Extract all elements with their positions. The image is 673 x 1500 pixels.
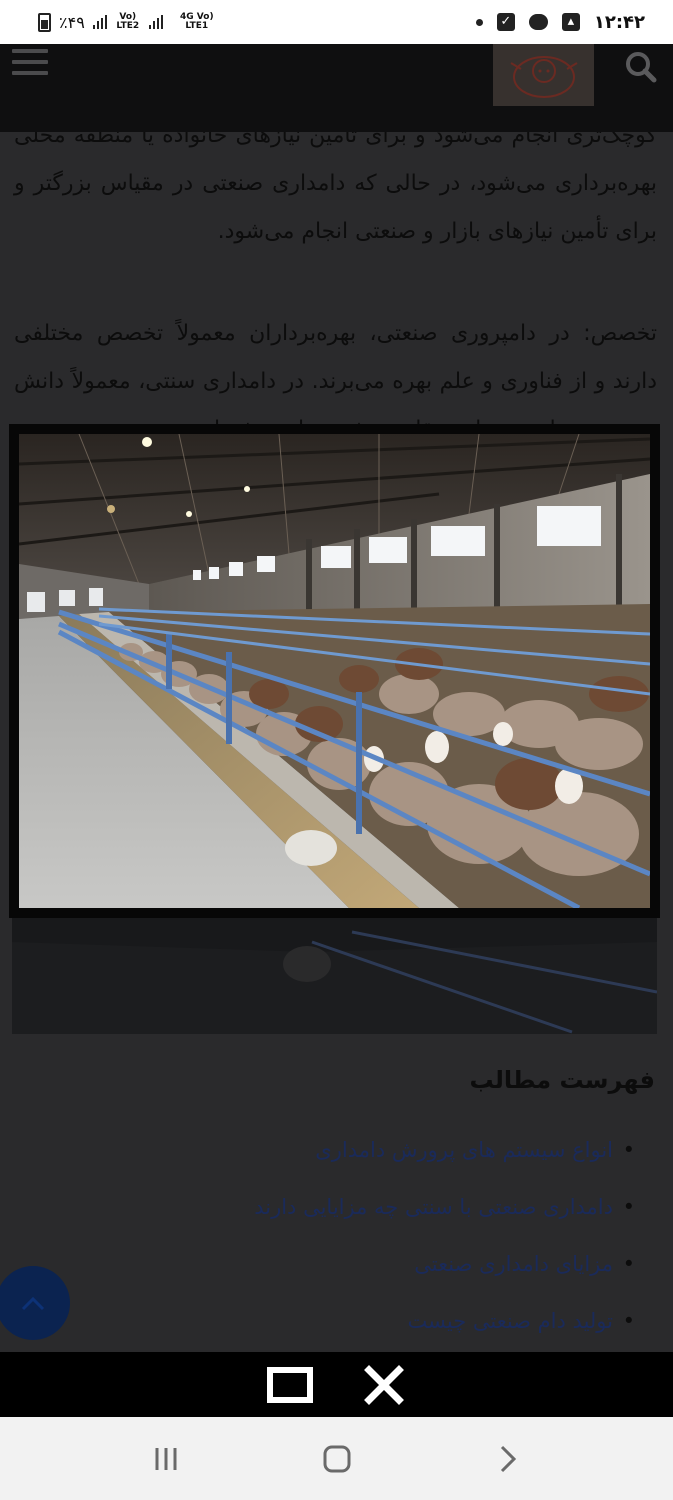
status-right: ✓ ▴ ۱۲:۴۲ <box>475 11 645 33</box>
signal-icon <box>148 15 163 29</box>
system-nav-bar <box>0 1417 673 1500</box>
lightbox-image-frame[interactable] <box>9 424 660 918</box>
square-icon[interactable] <box>266 1365 313 1405</box>
network-label-2: 4G Vo) LTE1 <box>180 12 214 31</box>
toc-link[interactable]: مزایای دامداری صنعتی <box>254 1236 634 1293</box>
toc-link[interactable]: تولید دام صنعتی چیست <box>254 1293 635 1350</box>
toc-title: فهرست مطالب <box>469 1066 655 1094</box>
close-icon[interactable] <box>361 1364 407 1405</box>
status-left: ٪۴۹ Vo) LTE2 4G Vo) LTE1 <box>38 12 476 32</box>
message-icon <box>528 14 548 30</box>
status-bar: ٪۴۹ Vo) LTE2 4G Vo) LTE1 ✓ ▴ ۱۲:۴۲ <box>0 0 673 44</box>
checkbox-notification-icon: ✓ <box>496 13 515 31</box>
toc-link[interactable]: انواع سیستم های پرورش دامداری <box>254 1122 634 1179</box>
gallery-icon: ▴ <box>561 13 580 31</box>
image-viewer-toolbar <box>0 1352 673 1417</box>
notification-dot-icon <box>475 18 483 26</box>
site-logo[interactable] <box>493 44 594 106</box>
battery-icon <box>38 12 51 32</box>
signal-icon <box>92 15 107 29</box>
article-paragraph: کوچک‌تری انجام می‌شود و برای تأمین نیازه… <box>14 132 657 244</box>
clock: ۱۲:۴۲ <box>593 11 645 33</box>
back-icon[interactable] <box>488 1439 528 1479</box>
site-header <box>0 44 673 132</box>
home-icon[interactable] <box>317 1439 357 1479</box>
chevron-up-icon <box>21 1296 45 1311</box>
search-icon[interactable] <box>624 50 658 88</box>
toc-link[interactable]: دامداری صنعتی با سنتی چه مزایایی دارند <box>254 1179 635 1236</box>
hamburger-icon[interactable] <box>12 49 48 79</box>
recents-icon[interactable] <box>146 1439 186 1479</box>
toc-list: انواع سیستم های پرورش دامداری دامداری صن… <box>254 1122 635 1350</box>
network-label-1: Vo) LTE2 <box>116 12 140 31</box>
article-image-dimmed <box>12 912 657 1034</box>
sheep-barn-photo <box>19 434 650 908</box>
battery-percent: ٪۴۹ <box>59 12 85 32</box>
sheep-logo-icon <box>509 56 578 98</box>
